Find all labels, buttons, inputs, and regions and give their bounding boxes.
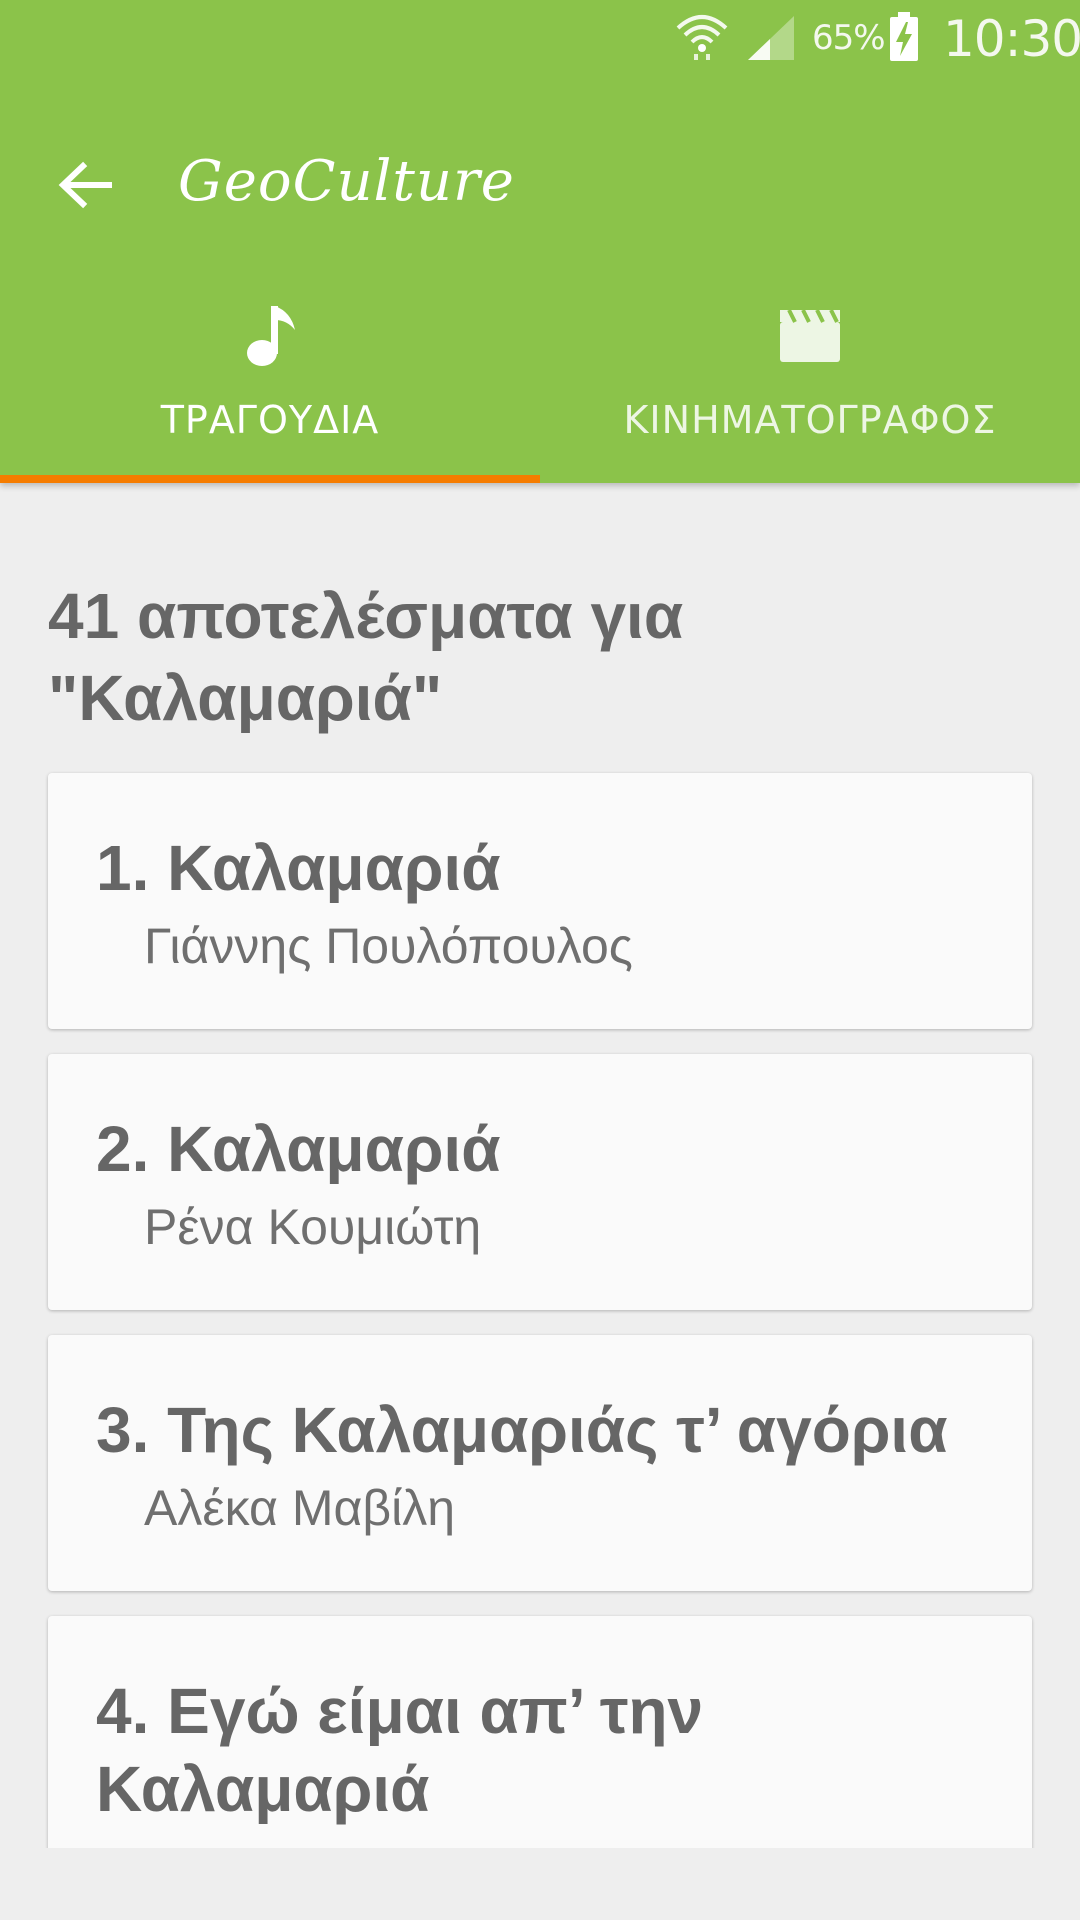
battery-percent: 65% bbox=[812, 18, 886, 58]
app-title: GeoCulture bbox=[178, 149, 515, 214]
list-item[interactable]: 3. Της Καλαμαριάς τ’ αγόρια Αλέκα Μαβίλη bbox=[48, 1335, 1032, 1591]
song-title: 1. Καλαμαριά bbox=[96, 832, 501, 904]
tab-cinema-label: ΚΙΝΗΜΑΤΟΓΡΑΦΟΣ bbox=[623, 398, 997, 442]
clock: 10:30 bbox=[943, 10, 1080, 68]
results-list: 1. Καλαμαριά Γιάννης Πουλόπουλος 2. Καλα… bbox=[48, 773, 1032, 1848]
song-title: 3. Της Καλαμαριάς τ’ αγόρια bbox=[96, 1394, 948, 1466]
results-content[interactable]: 41 αποτελέσματα για "Καλαμαριά" 1. Καλαμ… bbox=[0, 483, 1080, 1848]
app-bar: 65% 10:30 GeoCulture ΤΡΑΓΟΥΔΙΑ ΚΙΝΗΜΑΤΟΓ… bbox=[0, 0, 1080, 483]
signal-icon bbox=[748, 16, 794, 60]
tab-cinema[interactable]: ΚΙΝΗΜΑΤΟΓΡΑΦΟΣ bbox=[540, 280, 1080, 483]
toolbar: GeoCulture bbox=[0, 105, 1080, 265]
tab-bar: ΤΡΑΓΟΥΔΙΑ ΚΙΝΗΜΑΤΟΓΡΑΦΟΣ bbox=[0, 280, 1080, 483]
wifi-icon bbox=[676, 15, 728, 60]
tab-songs[interactable]: ΤΡΑΓΟΥΔΙΑ bbox=[0, 280, 540, 483]
battery-charging-icon bbox=[890, 12, 918, 61]
song-artist: Ρένα Κουμιώτη bbox=[144, 1199, 482, 1255]
status-bar: 65% 10:30 bbox=[0, 0, 1080, 75]
clapperboard-icon bbox=[780, 309, 840, 362]
bottom-spacer bbox=[0, 1848, 1080, 1920]
list-item[interactable]: 4. Εγώ είμαι απ’ την Καλαμαριά bbox=[48, 1616, 1032, 1848]
song-artist: Αλέκα Μαβίλη bbox=[144, 1480, 456, 1536]
arrow-back-icon bbox=[58, 161, 112, 209]
song-title: 4. Εγώ είμαι απ’ την Καλαμαριά bbox=[96, 1675, 704, 1825]
tab-indicator bbox=[0, 475, 540, 483]
song-artist: Γιάννης Πουλόπουλος bbox=[144, 918, 633, 974]
list-item[interactable]: 2. Καλαμαριά Ρένα Κουμιώτη bbox=[48, 1054, 1032, 1310]
song-title: 2. Καλαμαριά bbox=[96, 1113, 501, 1185]
list-item[interactable]: 1. Καλαμαριά Γιάννης Πουλόπουλος bbox=[48, 773, 1032, 1029]
tab-songs-label: ΤΡΑΓΟΥΔΙΑ bbox=[160, 398, 380, 442]
results-heading: 41 αποτελέσματα για "Καλαμαριά" bbox=[48, 580, 684, 734]
music-note-icon bbox=[247, 306, 295, 366]
back-button[interactable] bbox=[40, 145, 130, 225]
